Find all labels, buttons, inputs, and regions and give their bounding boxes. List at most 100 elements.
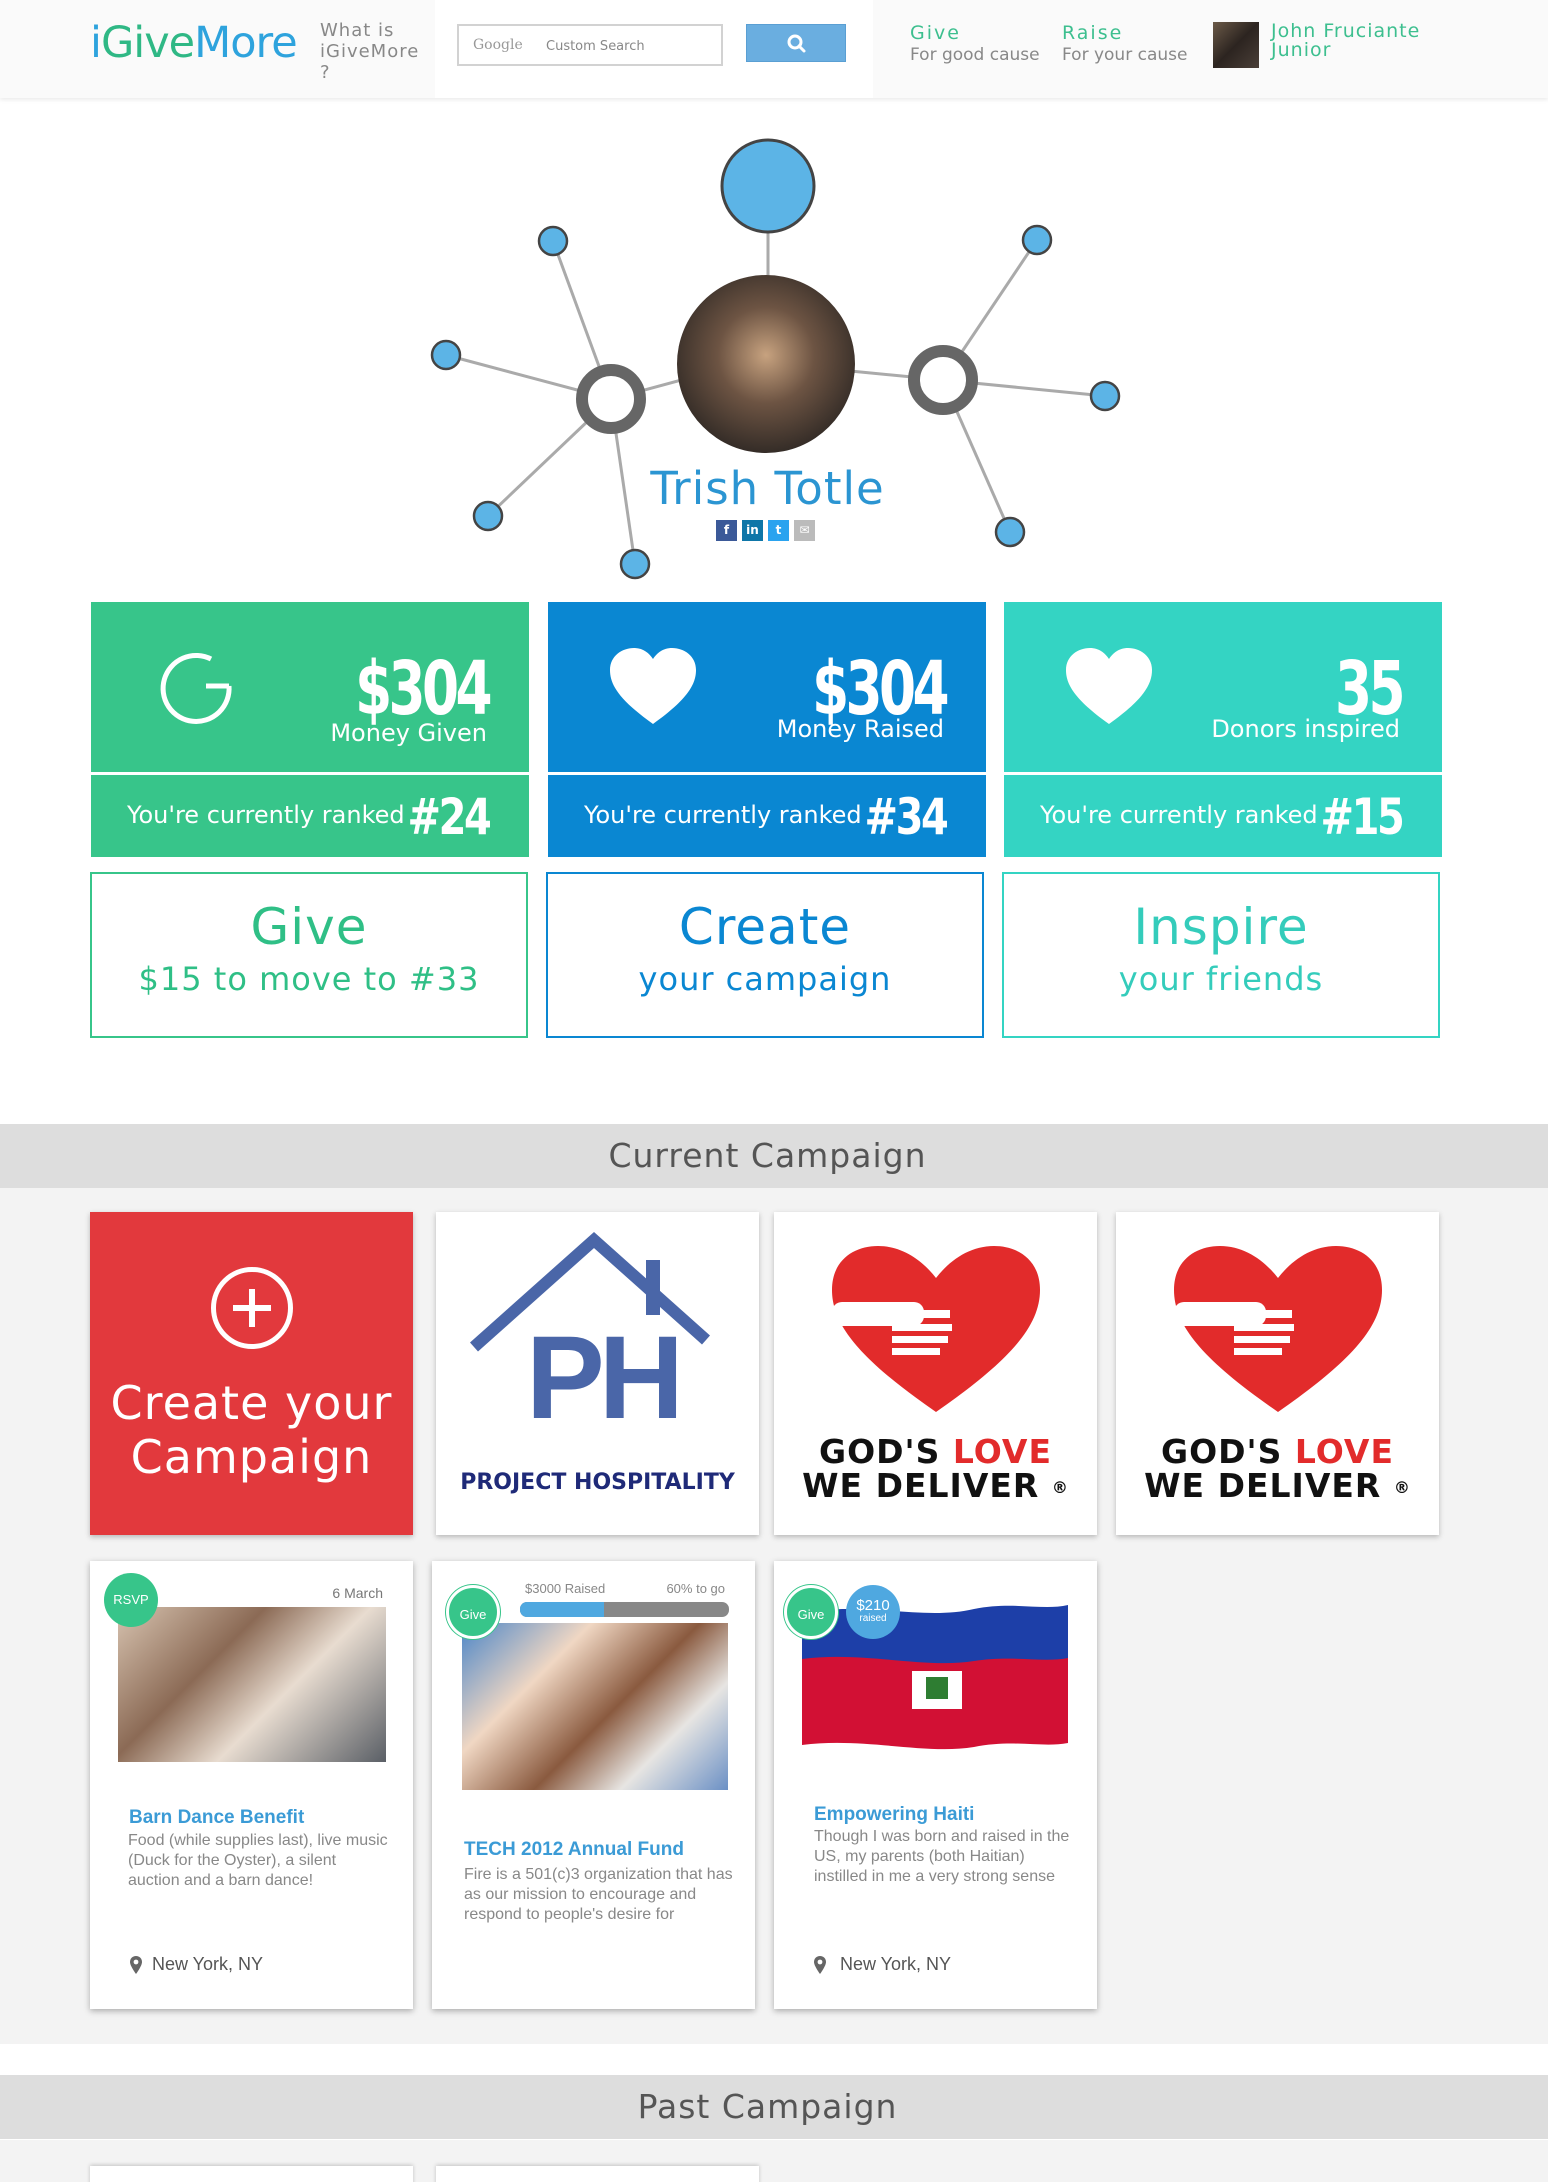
gods-love-line2: WE DELIVER ® (774, 1466, 1097, 1505)
raised-label: $3000 Raised (525, 1581, 606, 1596)
action-title: Create (678, 898, 852, 956)
heart-hand-logo-icon (832, 1246, 1040, 1412)
search-button[interactable] (746, 24, 846, 62)
give-badge[interactable]: Give (784, 1585, 838, 1639)
gods-love-tile-2[interactable]: GOD'S LOVE WE DELIVER ® (1116, 1212, 1439, 1535)
social-links: f in t ✉ (716, 520, 820, 542)
stat-money-raised: $304 Money Raised You're currently ranke… (548, 602, 986, 857)
search-area: Google Custom Search (435, 0, 873, 98)
stat-top: $304 Money Given (91, 602, 529, 772)
email-icon[interactable]: ✉ (794, 520, 815, 541)
location-pin-icon (814, 1956, 826, 1974)
give-logo-icon (160, 652, 232, 724)
search-icon (787, 34, 806, 53)
facebook-icon[interactable]: f (716, 520, 737, 541)
rank-text: You're currently ranked (584, 801, 862, 829)
heart-hand-logo-icon (1174, 1246, 1382, 1412)
rsvp-badge[interactable]: RSVP (104, 1573, 158, 1627)
registered-mark: ® (1393, 1478, 1411, 1497)
nav-give-subtitle: For good cause (910, 45, 1040, 65)
stat-rank-bar: You're currently ranked #24 (91, 775, 529, 857)
rank-number: #24 (407, 788, 491, 846)
progress-fill (520, 1602, 604, 1617)
nav-raise-subtitle: For your cause (1062, 45, 1188, 65)
campaign-title[interactable]: TECH 2012 Annual Fund (464, 1839, 684, 1861)
create-action-button[interactable]: Create your campaign (546, 872, 984, 1038)
campaign-photo (462, 1623, 728, 1790)
campaign-location: New York, NY (840, 1954, 952, 1974)
twitter-icon[interactable]: t (768, 520, 789, 541)
user-avatar[interactable] (1213, 22, 1259, 68)
profile-photo[interactable] (677, 275, 855, 453)
section-title: Current Campaign (608, 1136, 927, 1175)
stat-rank-bar: You're currently ranked #34 (548, 775, 986, 857)
user-name-link[interactable]: John Fruciante Junior (1271, 22, 1420, 60)
progress-bar (520, 1602, 729, 1617)
stat-label: Money Raised (776, 715, 944, 743)
page: iGiveMore What is iGiveMore ? Google Cus… (0, 0, 1548, 2182)
ph-caption: PROJECT HOSPITALITY (460, 1470, 735, 1495)
campaign-title[interactable]: Empowering Haiti (814, 1804, 974, 1826)
stat-label: Money Given (330, 719, 487, 747)
campaign-card-barn-dance[interactable]: RSVP 6 March Barn Dance Benefit Food (wh… (90, 1561, 413, 2009)
campaign-card-empowering-haiti[interactable]: Give $210 raised Empowering Haiti Though… (774, 1561, 1097, 2009)
raised-word: raised (859, 1613, 887, 1624)
raised-amount-badge: $210 raised (846, 1585, 900, 1639)
rank-text: You're currently ranked (127, 801, 405, 829)
top-header: iGiveMore What is iGiveMore ? Google Cus… (0, 0, 1548, 98)
give-action-button[interactable]: Give $15 to move to #33 (90, 872, 528, 1038)
user-name-line2: Junior (1271, 39, 1332, 61)
we-deliver-text: WE DELIVER (1144, 1466, 1382, 1505)
stat-label: Donors inspired (1211, 715, 1400, 743)
what-is-link[interactable]: What is iGiveMore ? (320, 20, 430, 83)
action-subtitle: $15 to move to #33 (138, 960, 480, 998)
search-placeholder: Custom Search (546, 39, 645, 54)
profile-name: Trish Totle (650, 462, 885, 515)
search-input[interactable]: Google Custom Search (457, 24, 723, 66)
registered-mark: ® (1051, 1478, 1069, 1497)
campaign-photo (118, 1607, 386, 1762)
heart-icon (610, 648, 696, 724)
create-campaign-tile[interactable]: Create your Campaign (90, 1212, 413, 1535)
past-campaign-tile[interactable] (436, 2166, 759, 2182)
gods-love-tile-1[interactable]: GOD'S LOVE WE DELIVER ® (774, 1212, 1097, 1535)
google-label: Google (473, 37, 523, 53)
heart-icon (1066, 648, 1152, 724)
rank-text: You're currently ranked (1040, 801, 1318, 829)
action-title: Give (250, 898, 368, 956)
we-deliver-text: WE DELIVER (802, 1466, 1040, 1505)
give-badge[interactable]: Give (446, 1585, 500, 1639)
campaign-location: New York, NY (152, 1954, 264, 1974)
create-campaign-text: Create your Campaign (90, 1376, 413, 1484)
action-title: Inspire (1133, 898, 1309, 956)
rank-number: #34 (864, 788, 948, 846)
campaign-title[interactable]: Barn Dance Benefit (129, 1807, 304, 1829)
progress-labels: $3000 Raised 60% to go (525, 1581, 725, 1596)
past-campaign-header: Past Campaign (0, 2075, 1548, 2139)
action-subtitle: your campaign (638, 960, 892, 998)
campaign-card-tech-fund[interactable]: $3000 Raised 60% to go Give TECH 2012 An… (432, 1561, 755, 2009)
section-title: Past Campaign (637, 2087, 898, 2126)
stat-top: 35 Donors inspired (1004, 602, 1442, 772)
project-hospitality-tile[interactable]: PH PROJECT HOSPITALITY (436, 1212, 759, 1535)
nav-give[interactable]: Give For good cause (910, 22, 1040, 65)
gods-love-line2: WE DELIVER ® (1116, 1466, 1439, 1505)
past-campaign-tile[interactable] (90, 2166, 413, 2182)
to-go-label: 60% to go (666, 1581, 725, 1596)
stat-rank-bar: You're currently ranked #15 (1004, 775, 1442, 857)
create-line1: Create your (110, 1376, 393, 1430)
rank-number: #15 (1320, 788, 1404, 846)
action-subtitle: your friends (1118, 960, 1324, 998)
stat-top: $304 Money Raised (548, 602, 986, 772)
campaign-description: Fire is a 501(c)3 organization that has … (464, 1866, 733, 1923)
igivemore-logo[interactable]: iGiveMore (90, 18, 298, 68)
logo-more: More (194, 18, 298, 68)
campaign-description: Though I was born and raised in the US, … (814, 1828, 1070, 1885)
logo-i: i (90, 18, 102, 68)
nav-raise[interactable]: Raise For your cause (1062, 22, 1187, 65)
current-campaign-header: Current Campaign (0, 1124, 1548, 1188)
linkedin-icon[interactable]: in (742, 520, 763, 541)
inspire-action-button[interactable]: Inspire your friends (1002, 872, 1440, 1038)
ph-letters: PH (526, 1312, 684, 1444)
event-date: 6 March (332, 1585, 383, 1601)
